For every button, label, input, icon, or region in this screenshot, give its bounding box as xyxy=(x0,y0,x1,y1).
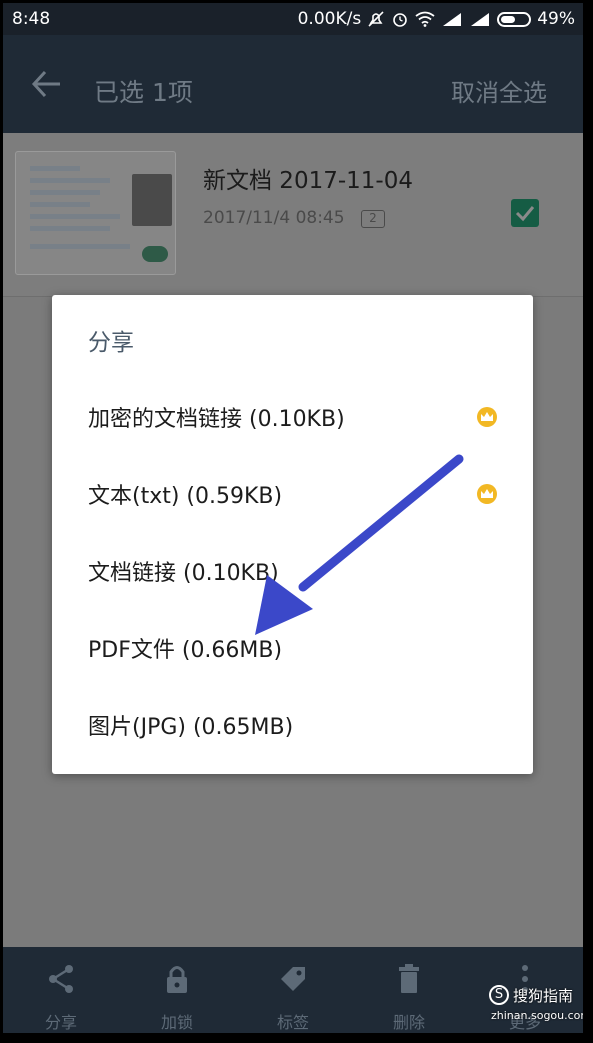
phone-screen: 8:48 0.00K/s 49% 已选 1项 取消全选 新文档 2017-11-… xyxy=(3,3,583,1033)
annotation-arrow xyxy=(255,454,464,635)
